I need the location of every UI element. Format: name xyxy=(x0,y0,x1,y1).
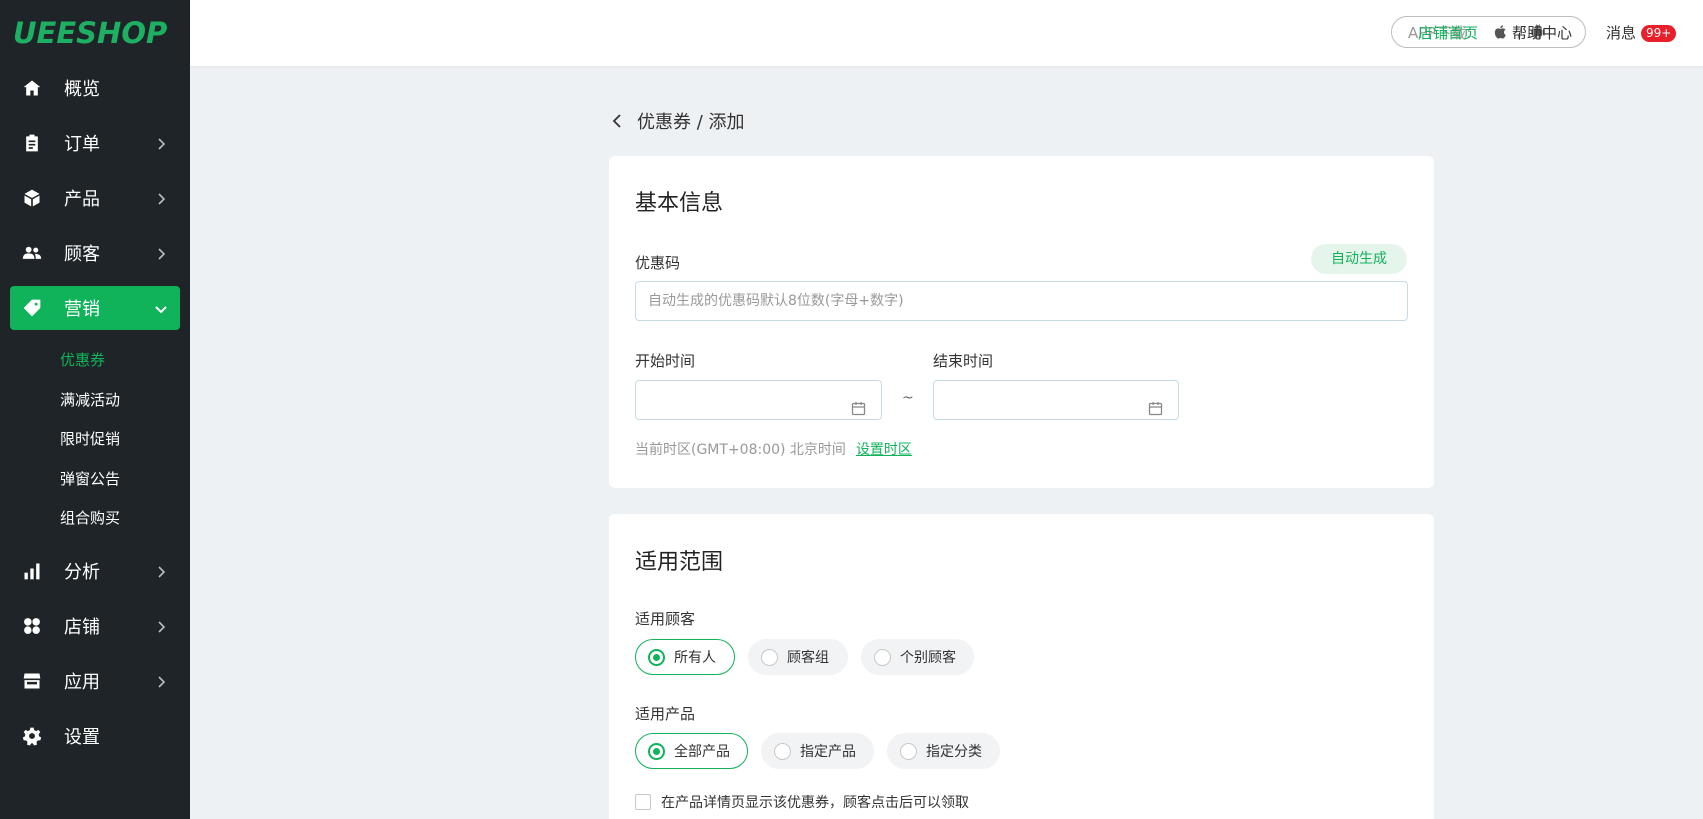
show-on-detail-option: 在产品详情页显示该优惠券，顾客点击后可以领取 xyxy=(635,792,969,812)
store-icon xyxy=(21,670,43,692)
chevron-right-icon xyxy=(154,618,168,633)
end-time-label: 结束时间 xyxy=(933,352,994,370)
auto-generate-button[interactable]: 自动生成 xyxy=(1311,244,1407,274)
sidebar-item-products[interactable]: 产品 xyxy=(10,176,180,220)
messages-link[interactable]: 消息 99+ xyxy=(1606,22,1677,43)
sidebar-item-settings[interactable]: 设置 xyxy=(10,714,180,758)
subnav-item-bundle[interactable]: 组合购买 xyxy=(0,499,190,539)
sidebar-item-label: 产品 xyxy=(64,189,100,210)
breadcrumb-text: 优惠券 / 添加 xyxy=(637,112,745,133)
chevron-right-icon xyxy=(154,563,168,578)
sidebar-item-customers[interactable]: 顾客 xyxy=(10,231,180,275)
chevron-right-icon xyxy=(154,673,168,688)
marketing-subnav: 优惠券 满减活动 限时促销 弹窗公告 组合购买 xyxy=(0,341,190,539)
home-icon xyxy=(21,77,43,99)
radio-dot xyxy=(900,742,917,760)
sidebar-item-marketing[interactable]: 营销 xyxy=(10,286,180,330)
coupon-code-label: 优惠码 xyxy=(635,254,681,272)
back-chevron-icon[interactable] xyxy=(609,113,625,129)
sidebar-item-label: 设置 xyxy=(64,726,100,748)
applicable-customers-label: 适用顾客 xyxy=(635,610,696,628)
help-center-link[interactable]: 帮助中心 xyxy=(1512,22,1572,43)
sidebar: UEESHOP 概览 订单 产品 顾客 营销 优惠券 满减活动 限时促销 弹窗公… xyxy=(0,0,190,819)
sidebar-item-label: 顾客 xyxy=(64,244,100,265)
radio-customers-group[interactable]: 顾客组 xyxy=(748,639,848,675)
sidebar-item-label: 营销 xyxy=(64,299,100,320)
sidebar-item-label: 分析 xyxy=(64,561,100,583)
applicable-products-label: 适用产品 xyxy=(635,705,696,723)
store-home-link[interactable]: 店铺首页 xyxy=(1418,22,1478,43)
chevron-right-icon xyxy=(154,245,168,260)
radio-label: 全部产品 xyxy=(674,744,730,760)
radio-label: 指定产品 xyxy=(800,744,856,760)
bar-chart-icon xyxy=(21,560,43,582)
calendar-icon xyxy=(851,393,866,416)
radio-customers-individual[interactable]: 个别顾客 xyxy=(861,639,974,675)
start-time-label: 开始时间 xyxy=(635,352,696,370)
sidebar-item-label: 应用 xyxy=(64,671,100,693)
radio-label: 指定分类 xyxy=(926,744,982,760)
sidebar-item-analytics[interactable]: 分析 xyxy=(10,549,180,593)
start-time-input[interactable] xyxy=(635,380,882,420)
timezone-text: 当前时区(GMT+08:00) 北京时间 xyxy=(635,442,846,458)
chevron-down-icon xyxy=(154,300,168,314)
box-icon xyxy=(21,187,43,209)
radio-dot xyxy=(648,742,665,760)
apple-icon[interactable] xyxy=(1493,24,1509,40)
radio-products-specific[interactable]: 指定产品 xyxy=(761,733,874,769)
radio-label: 所有人 xyxy=(674,650,716,666)
messages-badge: 99+ xyxy=(1641,25,1677,42)
tag-icon xyxy=(21,297,43,319)
chevron-right-icon xyxy=(154,190,168,205)
logo-text: UEESHOP xyxy=(13,16,168,50)
end-time-input[interactable] xyxy=(933,380,1179,420)
subnav-item-coupons[interactable]: 优惠券 xyxy=(0,341,190,381)
radio-products-all[interactable]: 全部产品 xyxy=(635,733,748,769)
sidebar-item-apps[interactable]: 应用 xyxy=(10,659,180,703)
set-timezone-link[interactable]: 设置时区 xyxy=(856,442,912,458)
sidebar-nav-lower: 分析 店铺 应用 设置 xyxy=(0,549,190,758)
topbar: APP下载: / 店铺首页 帮助中心 消息 99+ xyxy=(190,0,1703,66)
sidebar-item-overview[interactable]: 概览 xyxy=(10,66,180,110)
radio-dot xyxy=(761,648,778,666)
grid-icon xyxy=(21,615,43,637)
sidebar-nav: 概览 订单 产品 顾客 营销 xyxy=(0,66,190,330)
sidebar-item-store[interactable]: 店铺 xyxy=(10,604,180,648)
sidebar-item-orders[interactable]: 订单 xyxy=(10,121,180,165)
scope-title: 适用范围 xyxy=(635,550,724,575)
basic-info-card: 基本信息 优惠码 自动生成 自动生成的优惠码默认8位数(字母+数字) 开始时间 … xyxy=(609,156,1434,488)
sidebar-item-label: 概览 xyxy=(64,79,100,100)
radio-dot xyxy=(874,648,891,666)
radio-label: 顾客组 xyxy=(787,650,829,666)
messages-label: 消息 xyxy=(1606,24,1637,42)
gear-icon xyxy=(21,725,43,747)
show-on-detail-checkbox[interactable] xyxy=(635,794,651,810)
timezone-info: 当前时区(GMT+08:00) 北京时间 设置时区 xyxy=(635,439,912,459)
logo[interactable]: UEESHOP xyxy=(0,0,190,66)
breadcrumb: 优惠券 / 添加 xyxy=(609,108,745,134)
radio-dot xyxy=(774,742,791,760)
users-icon xyxy=(21,242,43,264)
calendar-icon xyxy=(1148,393,1163,416)
radio-dot xyxy=(648,648,665,666)
scope-card: 适用范围 适用顾客 所有人 顾客组 个别顾客 适用产品 全部产品 指定产品 指定… xyxy=(609,514,1434,819)
subnav-item-full-reduction[interactable]: 满减活动 xyxy=(0,381,190,421)
clipboard-icon xyxy=(21,132,43,154)
show-on-detail-label: 在产品详情页显示该优惠券，顾客点击后可以领取 xyxy=(661,795,969,811)
radio-customers-all[interactable]: 所有人 xyxy=(635,639,735,675)
sidebar-item-label: 店铺 xyxy=(64,616,100,638)
radio-label: 个别顾客 xyxy=(900,650,956,666)
subnav-item-flash-sale[interactable]: 限时促销 xyxy=(0,420,190,460)
range-separator: ~ xyxy=(902,390,914,406)
sidebar-item-label: 订单 xyxy=(64,134,100,155)
basic-info-title: 基本信息 xyxy=(635,191,724,216)
radio-products-category[interactable]: 指定分类 xyxy=(887,733,1000,769)
coupon-code-input[interactable]: 自动生成的优惠码默认8位数(字母+数字) xyxy=(635,281,1408,321)
chevron-right-icon xyxy=(154,135,168,150)
subnav-item-popup-notice[interactable]: 弹窗公告 xyxy=(0,460,190,500)
